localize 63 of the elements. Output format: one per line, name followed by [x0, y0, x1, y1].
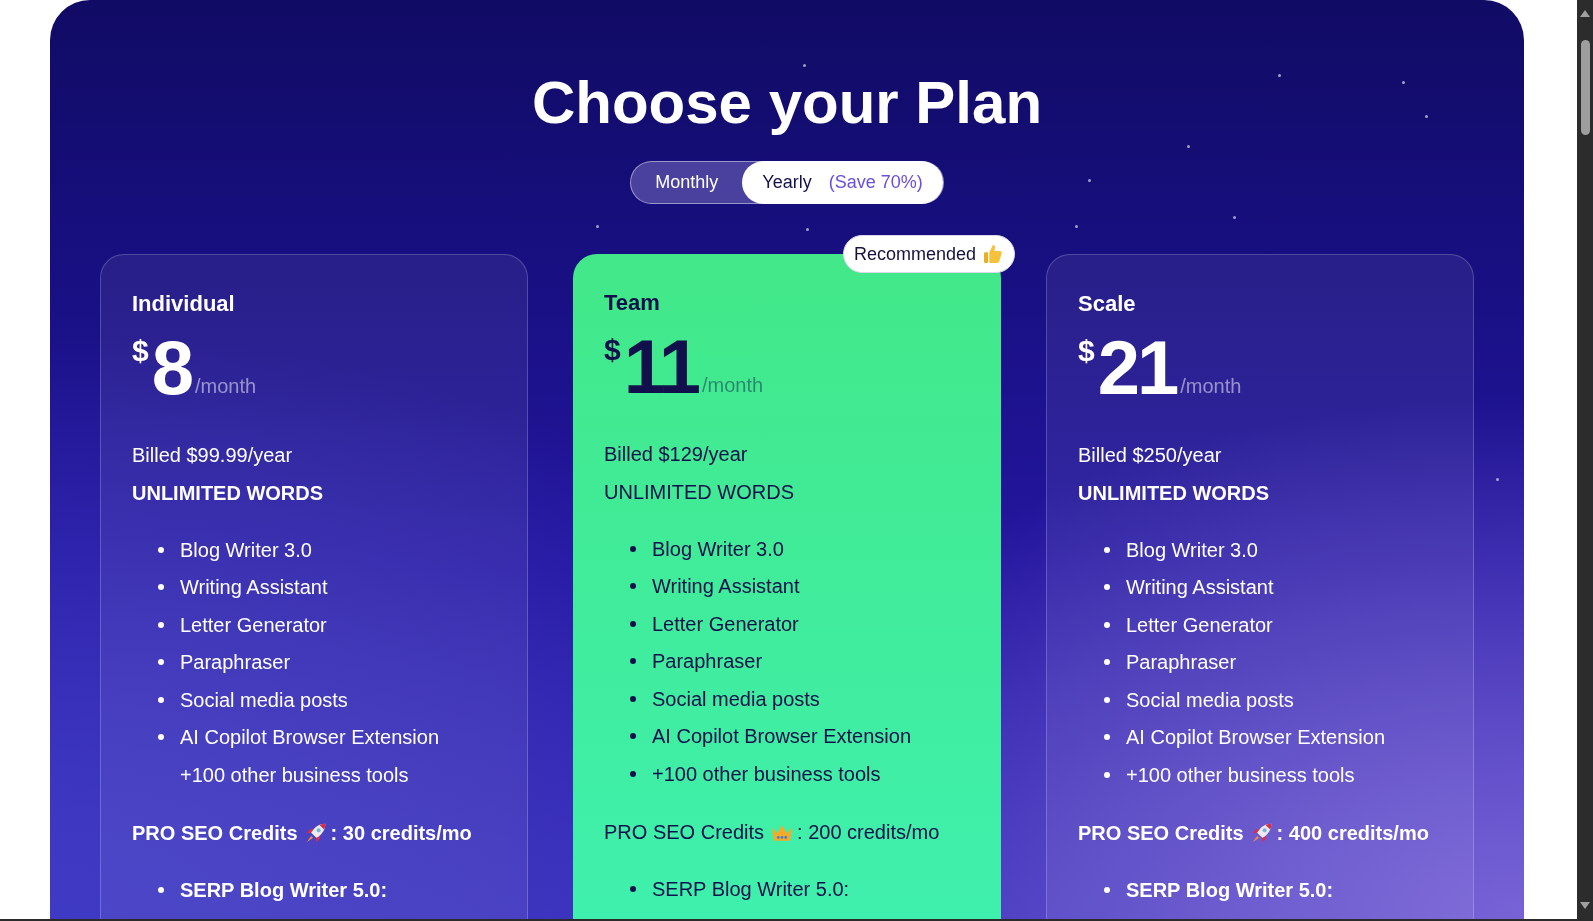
feature-text: Blog Writer 3.0: [180, 537, 312, 563]
plan-name: Team: [604, 289, 661, 317]
feature-text: Letter Generator: [1126, 612, 1273, 638]
bullet-icon: [1104, 886, 1110, 893]
price-amount: 8: [151, 330, 191, 406]
rocket-icon: [1251, 822, 1272, 843]
billed-amount: Billed $99.99/year: [132, 443, 294, 468]
credits-amount: : 30 credits/mo: [330, 820, 472, 846]
billed-amount: Billed $129/year: [604, 442, 749, 467]
bullet-icon: [158, 886, 164, 893]
price-amount: 11: [623, 329, 699, 405]
feature-text: Blog Writer 3.0: [652, 536, 784, 562]
price-period: /month: [702, 375, 764, 395]
feature-text: Social media posts: [1126, 687, 1294, 713]
feature-text: +100 other business tools: [180, 762, 409, 788]
feature-text: +100 other business tools: [652, 761, 881, 787]
billing-option[interactable]: Monthly: [631, 161, 743, 204]
price-period: /month: [1180, 376, 1242, 396]
feature-text: Writing Assistant: [180, 575, 328, 601]
plan-name: Scale: [1078, 290, 1137, 318]
currency-symbol: $: [604, 335, 621, 365]
billed-amount: Billed $250/year: [1078, 443, 1223, 468]
page-title: Choose your Plan: [531, 73, 1043, 133]
currency-symbol: $: [1078, 336, 1095, 366]
feature-text: Writing Assistant: [1126, 575, 1274, 601]
billing-option[interactable]: Yearly (Save 70%): [742, 161, 943, 204]
plan-name: Individual: [132, 290, 236, 318]
price-amount: 21: [1097, 330, 1177, 406]
feature-text: +100 other business tools: [1126, 762, 1355, 788]
crown-icon: [772, 825, 793, 841]
bullet-icon: [630, 885, 636, 892]
feature-text: Social media posts: [180, 687, 348, 713]
seo-feature-text: SERP Blog Writer 5.0:: [180, 877, 388, 903]
scrollbar-thumb[interactable]: [1580, 40, 1590, 135]
price-period: /month: [194, 376, 257, 396]
badge-label: Recommended: [853, 242, 976, 266]
words-allowance: UNLIMITED WORDS: [1078, 481, 1271, 506]
feature-text: Social media posts: [652, 686, 820, 712]
credits-amount: : 200 credits/mo: [797, 819, 940, 845]
currency-symbol: $: [132, 336, 149, 366]
feature-text: AI Copilot Browser Extension: [180, 725, 439, 751]
feature-text: Writing Assistant: [652, 574, 800, 600]
feature-text: Paraphraser: [180, 650, 291, 676]
credits-amount: : 400 credits/mo: [1276, 820, 1429, 846]
words-allowance: UNLIMITED WORDS: [132, 481, 325, 506]
credits-label: PRO SEO Credits: [132, 820, 298, 846]
seo-feature-text: SERP Blog Writer 5.0:: [1126, 877, 1334, 903]
feature-text: Paraphraser: [1126, 650, 1237, 676]
feature-text: Letter Generator: [652, 611, 799, 637]
rocket-icon: [305, 822, 326, 843]
scrollbar[interactable]: [1577, 0, 1593, 919]
thumbs-up-icon: [984, 245, 1002, 263]
feature-text: Paraphraser: [652, 649, 763, 675]
scroll-up-icon[interactable]: [1580, 10, 1590, 17]
credits-label: PRO SEO Credits: [1078, 820, 1244, 846]
words-allowance: UNLIMITED WORDS: [604, 480, 795, 505]
feature-text: Letter Generator: [180, 612, 327, 638]
seo-feature-text: SERP Blog Writer 5.0:: [652, 876, 850, 902]
scroll-down-icon[interactable]: [1580, 902, 1590, 909]
feature-text: AI Copilot Browser Extension: [1126, 725, 1385, 751]
feature-text: Blog Writer 3.0: [1126, 537, 1258, 563]
feature-text: AI Copilot Browser Extension: [652, 724, 911, 750]
credits-label: PRO SEO Credits: [604, 819, 765, 845]
